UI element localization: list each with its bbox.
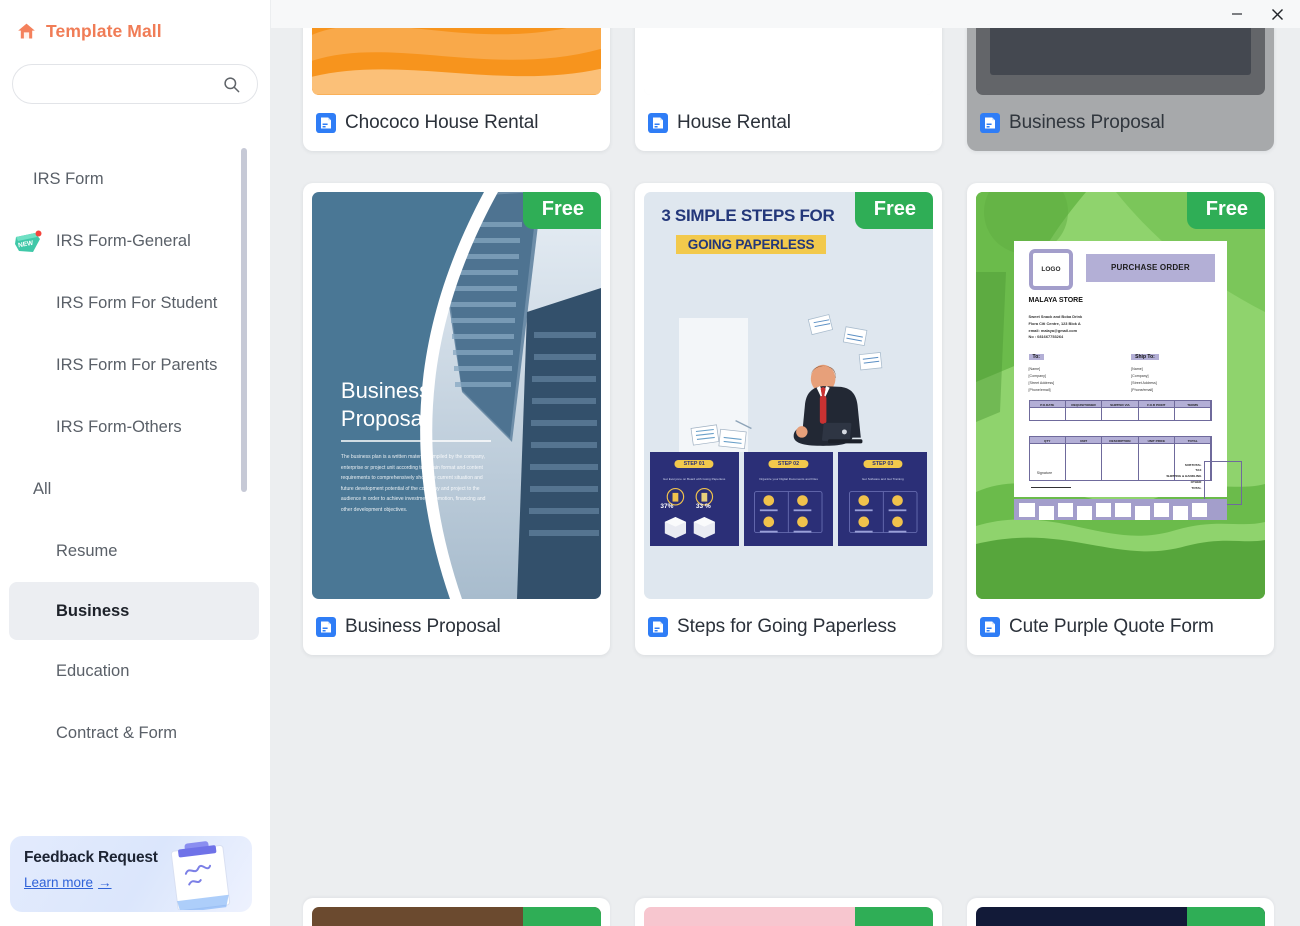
template-caption: Chococo House Rental bbox=[312, 95, 601, 151]
new-badge-icon: NEW bbox=[13, 230, 43, 256]
survey-clipboard-icon bbox=[152, 838, 250, 912]
free-badge bbox=[523, 907, 601, 926]
sidebar-item-irs-form-general[interactable]: NEW IRS Form-General bbox=[0, 210, 271, 272]
sidebar-scrollbar[interactable] bbox=[241, 148, 247, 492]
template-caption: House Rental bbox=[644, 95, 933, 151]
template-grid: NameEmailPhone NumberAddressGenderCitize… bbox=[303, 0, 1293, 655]
template-grid-next-row bbox=[303, 898, 1293, 926]
template-caption: Steps for Going Paperless bbox=[644, 599, 933, 655]
sidebar-item-irs-form-for-student[interactable]: IRS Form For Student bbox=[0, 272, 271, 334]
document-icon bbox=[316, 112, 336, 134]
template-card[interactable] bbox=[967, 898, 1274, 926]
brand[interactable]: Template Mall bbox=[0, 0, 270, 42]
template-caption: Business Proposal bbox=[976, 95, 1265, 151]
sidebar-item-label: IRS Form-Others bbox=[56, 417, 182, 436]
sidebar-item-irs-form[interactable]: IRS Form bbox=[0, 148, 271, 210]
template-mall-window: Template Mall IRS Form NEW IRS Form-Genera… bbox=[0, 0, 1300, 926]
template-card[interactable]: Business Proposal The business plan is a w… bbox=[303, 183, 610, 655]
sidebar-item-label: All bbox=[33, 479, 52, 498]
document-icon bbox=[316, 616, 336, 638]
sidebar-item-label: Contract & Form bbox=[56, 723, 178, 742]
feedback-title: Feedback Request bbox=[24, 849, 158, 866]
template-title: Cute Purple Quote Form bbox=[1009, 616, 1214, 637]
minimize-button[interactable] bbox=[1220, 1, 1254, 27]
template-title: Business Proposal bbox=[345, 616, 501, 637]
main-content: NameEmailPhone NumberAddressGenderCitize… bbox=[271, 0, 1300, 926]
feedback-learn-more-link[interactable]: Learn more → bbox=[24, 875, 112, 890]
template-preview-art: LOGO PURCHASE ORDER MALAYA STORE Sweet Snac… bbox=[976, 192, 1265, 599]
template-thumbnail[interactable] bbox=[312, 907, 601, 926]
template-title: House Rental bbox=[677, 112, 791, 133]
sidebar-item-education[interactable]: Education bbox=[0, 640, 271, 702]
learn-more-label: Learn more bbox=[24, 875, 94, 890]
sidebar-item-business[interactable]: Business bbox=[9, 582, 259, 640]
document-icon bbox=[980, 112, 1000, 134]
home-icon bbox=[16, 21, 37, 42]
sidebar-item-contract-form[interactable]: Contract & Form bbox=[0, 702, 271, 764]
sidebar-item-label: IRS Form bbox=[33, 169, 104, 188]
sidebar-item-label: Resume bbox=[56, 541, 118, 560]
free-badge: Free bbox=[522, 192, 601, 229]
arrow-right-icon: → bbox=[98, 875, 112, 890]
sidebar-item-irs-form-others[interactable]: IRS Form-Others bbox=[0, 396, 271, 458]
document-icon bbox=[648, 112, 668, 134]
free-badge: Free bbox=[1186, 192, 1265, 229]
template-title: Chococo House Rental bbox=[345, 112, 539, 133]
template-card[interactable]: LOGO PURCHASE ORDER MALAYA STORE Sweet Snac… bbox=[967, 183, 1274, 655]
sidebar-nav: IRS Form NEW IRS Form-General IRS Form For … bbox=[0, 148, 271, 808]
sidebar-item-label: Business bbox=[56, 601, 130, 620]
sidebar-item-label: IRS Form For Student bbox=[56, 293, 218, 312]
feedback-request-banner[interactable]: Feedback Request Learn more → bbox=[10, 836, 252, 912]
free-badge bbox=[1187, 907, 1265, 926]
sidebar-item-irs-form-for-parents[interactable]: IRS Form For Parents bbox=[0, 334, 271, 396]
brand-title: Template Mall bbox=[46, 21, 162, 41]
sidebar-item-label: IRS Form-General bbox=[56, 231, 191, 250]
sidebar: Template Mall IRS Form NEW IRS Form-Genera… bbox=[0, 0, 271, 926]
window-titlebar bbox=[271, 0, 1300, 28]
document-icon bbox=[648, 616, 668, 638]
template-card[interactable] bbox=[303, 898, 610, 926]
template-thumbnail[interactable] bbox=[644, 907, 933, 926]
template-thumbnail[interactable]: LOGO PURCHASE ORDER MALAYA STORE Sweet Snac… bbox=[976, 192, 1265, 599]
template-caption: Business Proposal bbox=[312, 599, 601, 655]
template-thumbnail[interactable]: 3 SIMPLE STEPS FOR GOING PAPERLESS STEP 01… bbox=[644, 192, 933, 599]
search-icon[interactable] bbox=[222, 75, 241, 94]
search-input[interactable] bbox=[13, 65, 257, 103]
template-preview-art: Business Proposal The business plan is a w… bbox=[312, 192, 601, 599]
template-thumbnail[interactable] bbox=[976, 907, 1265, 926]
close-button[interactable] bbox=[1260, 1, 1294, 27]
template-caption: Cute Purple Quote Form bbox=[976, 599, 1265, 655]
template-thumbnail[interactable]: Business Proposal The business plan is a w… bbox=[312, 192, 601, 599]
sidebar-item-all[interactable]: All bbox=[0, 458, 271, 520]
sidebar-item-label: IRS Form For Parents bbox=[56, 355, 218, 374]
free-badge: Free bbox=[854, 192, 933, 229]
template-card[interactable]: 3 SIMPLE STEPS FOR GOING PAPERLESS STEP 01… bbox=[635, 183, 942, 655]
template-card[interactable] bbox=[635, 898, 942, 926]
free-badge bbox=[855, 907, 933, 926]
template-title: Business Proposal bbox=[1009, 112, 1165, 133]
sidebar-item-resume[interactable]: Resume bbox=[0, 520, 271, 582]
search-box[interactable] bbox=[12, 64, 258, 104]
template-title: Steps for Going Paperless bbox=[677, 616, 897, 637]
sidebar-item-label: Education bbox=[56, 661, 130, 680]
template-preview-art: 3 SIMPLE STEPS FOR GOING PAPERLESS STEP 01… bbox=[644, 192, 933, 599]
document-icon bbox=[980, 616, 1000, 638]
